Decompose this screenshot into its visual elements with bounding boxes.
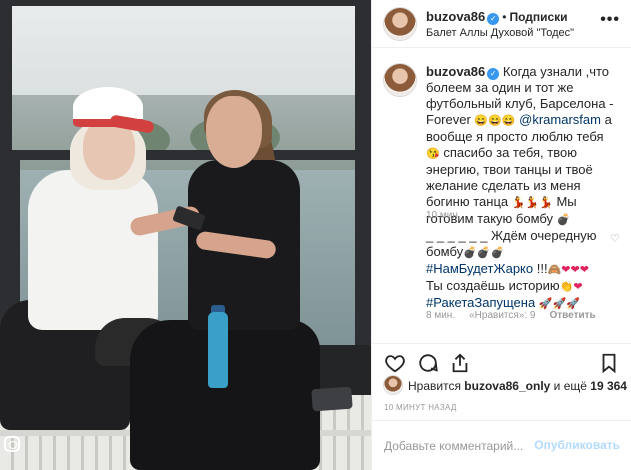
post-timestamp[interactable]: 10 МИНУТ НАЗАД xyxy=(384,403,457,412)
likes-prefix: Нравится xyxy=(408,379,465,393)
comment-likes[interactable]: «Нравится»: 9 xyxy=(469,310,535,321)
comment-like-icon[interactable]: ♡ xyxy=(610,232,620,245)
window-frame xyxy=(355,0,371,360)
verified-icon: ✓ xyxy=(487,13,500,25)
publish-button[interactable]: Опубликовать xyxy=(534,438,620,452)
likes-user[interactable]: buzova86_only xyxy=(464,379,550,393)
person-left-body xyxy=(28,170,158,330)
phone-on-sill xyxy=(311,386,353,412)
heart-icon[interactable] xyxy=(384,352,406,374)
comment-text: _ _ _ _ _ _ Ждём очередную бомбу💣💣💣 #Нам… xyxy=(426,228,606,312)
caption-meta: 10 мин. xyxy=(426,210,475,221)
caption-time[interactable]: 10 мин. xyxy=(426,210,461,221)
instagram-glyph-icon xyxy=(4,436,20,452)
likes-count[interactable]: 19 364 xyxy=(590,379,627,393)
mention-link[interactable]: @kramarsfam xyxy=(519,112,601,127)
caption-text: buzova86 ✓ Когда узнали ,что болеем за од… xyxy=(426,64,620,228)
dancer-emoji: 💃💃💃 xyxy=(511,197,553,209)
following-button[interactable]: Подписки xyxy=(509,10,567,24)
heart-emoji: ❤ xyxy=(573,281,583,293)
comment-meta: 8 мин. «Нравится»: 9 Ответить xyxy=(426,310,610,321)
location-link[interactable]: Балет Аллы Духовой "Тодес" xyxy=(426,27,574,39)
header-username[interactable]: buzova86 xyxy=(426,9,485,24)
post-header: buzova86 ✓ • Подписки Балет Аллы Духовой "Т… xyxy=(372,0,631,48)
hashtag-link[interactable]: #НамБудетЖарко xyxy=(426,261,533,276)
comments-list[interactable]: buzova86 ✓ Когда узнали ,что болеем за од… xyxy=(372,56,631,343)
add-comment-bar: Опубликовать xyxy=(372,420,631,470)
comment-time[interactable]: 8 мин. xyxy=(426,310,455,321)
rocket-emoji: 🚀🚀🚀 xyxy=(538,298,580,310)
share-icon[interactable] xyxy=(449,352,471,374)
likes-text[interactable]: Нравится buzova86_only и ещё 19 364 xyxy=(408,379,627,393)
header-user-line: buzova86 ✓ • Подписки xyxy=(426,9,568,25)
likes-middle: и ещё xyxy=(550,379,591,393)
laugh-emoji: 😄😄😄 xyxy=(474,115,516,127)
more-options-icon[interactable]: ••• xyxy=(600,11,620,29)
post-photo[interactable] xyxy=(0,0,371,470)
clap-emoji: 👏 xyxy=(559,281,574,293)
window-frame xyxy=(0,0,371,6)
window-frame xyxy=(0,150,371,160)
comment-text-part: _ _ _ _ _ _ Ждём очередную бомбу xyxy=(426,228,597,259)
comment-text-part: Ты создаёшь историю xyxy=(426,278,560,293)
action-bar xyxy=(372,343,631,379)
avatar[interactable] xyxy=(384,64,416,96)
comment-input[interactable] xyxy=(384,437,554,455)
post-panel: buzova86 ✓ • Подписки Балет Аллы Духовой "Т… xyxy=(371,0,631,470)
avatar[interactable] xyxy=(384,376,402,394)
hashtag-link[interactable]: #РакетаЗапущена xyxy=(426,295,535,310)
monkey-emoji: 🙈 xyxy=(547,264,562,276)
comment-icon[interactable] xyxy=(417,352,439,374)
hearts-emoji: ❤❤❤ xyxy=(561,264,589,276)
reply-button[interactable]: Ответить xyxy=(549,310,595,321)
likes-summary: Нравится buzova86_only и ещё 19 364 xyxy=(384,376,627,396)
caption-username[interactable]: buzova86 xyxy=(426,64,485,79)
water-bottle xyxy=(208,312,228,388)
avatar[interactable] xyxy=(384,8,416,40)
bookmark-icon[interactable] xyxy=(598,352,620,374)
verified-icon: ✓ xyxy=(487,68,500,80)
bomb-emoji: 💣 xyxy=(556,214,571,226)
kiss-emoji: 😘 xyxy=(426,148,440,160)
photo-city xyxy=(0,95,371,175)
person-right-face xyxy=(206,96,262,168)
separator-dot: • xyxy=(502,10,507,24)
comment-text-part: !!! xyxy=(533,261,548,276)
bomb-emoji: 💣💣💣 xyxy=(463,247,505,259)
